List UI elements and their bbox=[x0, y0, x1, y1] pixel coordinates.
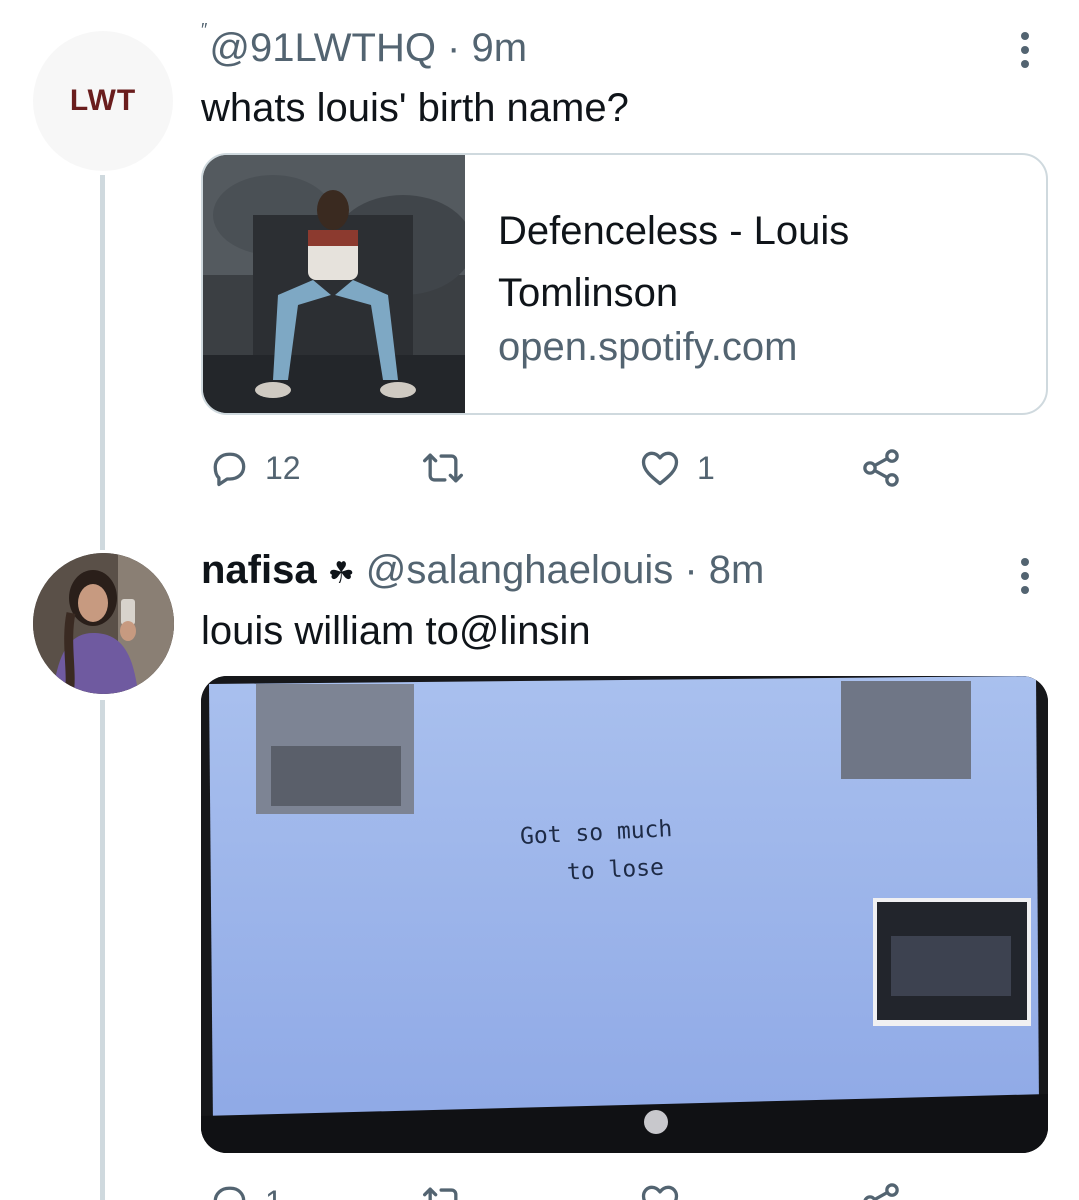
reply-button[interactable]: 12 bbox=[207, 446, 301, 490]
share-icon bbox=[863, 1183, 899, 1200]
verified-mark-icon: ″ bbox=[201, 20, 208, 40]
user-handle[interactable]: @91LWTHQ bbox=[209, 26, 436, 70]
album-cover-image bbox=[203, 155, 465, 413]
reply-count: 1 bbox=[265, 1184, 283, 1200]
share-button[interactable] bbox=[859, 1180, 903, 1200]
link-card-domain: open.spotify.com bbox=[498, 325, 798, 369]
tweet-text: whats louis' birth name? bbox=[201, 86, 629, 130]
tweet-header: ″@91LWTHQ · 9m bbox=[201, 20, 527, 71]
profile-photo bbox=[33, 553, 174, 694]
tweet-text: louis william to@linsin bbox=[201, 609, 591, 653]
share-button[interactable] bbox=[859, 446, 903, 490]
reply-icon bbox=[213, 1186, 246, 1200]
media-caption: Got so much to lose bbox=[519, 810, 675, 894]
reply-count: 12 bbox=[265, 449, 301, 486]
retweet-button[interactable] bbox=[418, 446, 482, 490]
tweet-actions: 12 1 bbox=[201, 446, 921, 496]
share-icon bbox=[863, 449, 899, 487]
separator-dot: · bbox=[435, 26, 472, 70]
avatar-logo-text: LWT bbox=[69, 84, 137, 117]
tweet-time[interactable]: 8m bbox=[709, 548, 765, 592]
retweet-icon bbox=[423, 1187, 458, 1200]
separator-dot: · bbox=[673, 548, 709, 592]
thread-line bbox=[100, 175, 105, 550]
thread-line bbox=[100, 700, 105, 1200]
like-count: 1 bbox=[697, 449, 715, 486]
avatar[interactable]: LWT bbox=[33, 31, 173, 171]
link-card[interactable]: Defenceless - Louis Tomlinson open.spoti… bbox=[201, 153, 1048, 415]
user-handle[interactable]: @salanghaelouis bbox=[366, 548, 673, 592]
reply-button[interactable]: 1 bbox=[207, 1180, 283, 1200]
tweet-actions: 1 bbox=[201, 1180, 921, 1200]
retweet-button[interactable] bbox=[418, 1180, 468, 1200]
like-button[interactable]: 1 bbox=[637, 446, 715, 490]
like-button[interactable] bbox=[637, 1180, 683, 1200]
tweet-header: nafisa ☘ @salanghaelouis · 8m bbox=[201, 548, 764, 593]
avatar[interactable] bbox=[33, 553, 174, 694]
reply-icon bbox=[213, 452, 246, 487]
more-icon[interactable] bbox=[1016, 32, 1034, 68]
display-name[interactable]: nafisa bbox=[201, 548, 317, 592]
link-card-title: Defenceless - Louis Tomlinson bbox=[498, 209, 850, 315]
heart-icon bbox=[641, 1185, 679, 1200]
tweet-media[interactable]: Got so much to lose bbox=[201, 676, 1048, 1153]
tweet-time[interactable]: 9m bbox=[471, 26, 527, 70]
heart-icon bbox=[641, 451, 679, 486]
name-emoji: ☘ bbox=[327, 557, 355, 590]
media-caption-line: to lose bbox=[566, 854, 665, 886]
more-icon[interactable] bbox=[1016, 558, 1034, 594]
media-photo bbox=[201, 676, 1048, 1153]
retweet-icon bbox=[423, 453, 463, 483]
